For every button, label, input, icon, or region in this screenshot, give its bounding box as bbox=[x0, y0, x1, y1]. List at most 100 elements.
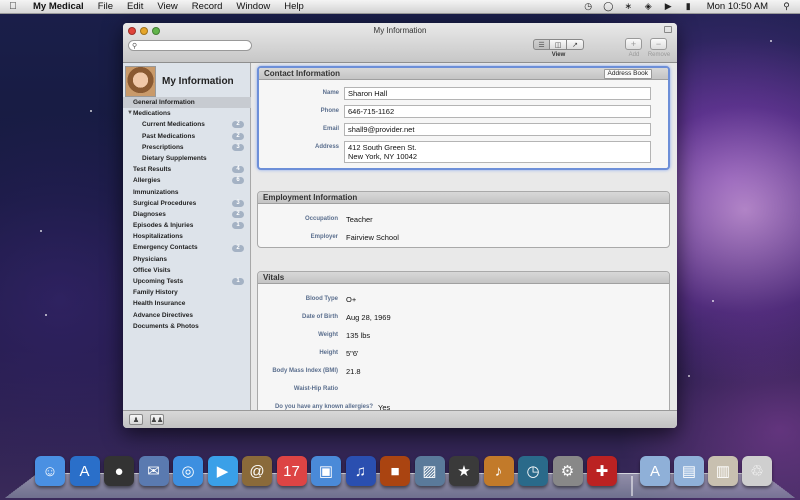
count-badge: 4 bbox=[232, 166, 244, 174]
remove-button[interactable]: − bbox=[650, 38, 667, 50]
imovie-icon[interactable]: ★ bbox=[449, 456, 479, 486]
sidebar-item-dietary-supplements[interactable]: Dietary Supplements bbox=[123, 153, 251, 164]
vitals-panel: Vitals Blood Type O+ Date of Birth Aug 2… bbox=[257, 271, 670, 410]
chart-view-icon[interactable]: ↗ bbox=[567, 39, 584, 50]
sidebar-item-current-medications[interactable]: Current Medications 2 bbox=[123, 119, 251, 130]
my-medical-icon[interactable]: ✚ bbox=[587, 456, 617, 486]
ichat-status-icon[interactable]: ◯ bbox=[603, 1, 614, 12]
phone-field[interactable]: 646-715-1162 bbox=[344, 105, 651, 118]
menu-window[interactable]: Window bbox=[229, 0, 277, 14]
weight-value[interactable]: 135 lbs bbox=[346, 329, 370, 340]
battery-icon[interactable]: ▮ bbox=[683, 1, 694, 12]
preview-icon[interactable]: ▣ bbox=[311, 456, 341, 486]
address-book-icon[interactable]: @ bbox=[242, 456, 272, 486]
apple-menu-icon[interactable]:  bbox=[0, 1, 26, 12]
menu-edit[interactable]: Edit bbox=[120, 0, 150, 14]
address-field[interactable]: 412 South Green St. New York, NY 10042 bbox=[344, 141, 651, 163]
disclosure-triangle-icon[interactable]: ▼ bbox=[127, 108, 133, 119]
employment-panel: Employment Information Occupation Teache… bbox=[257, 191, 670, 248]
height-label: Height bbox=[319, 350, 338, 356]
sidebar-item-episodes-injuries[interactable]: Episodes & Injuries 1 bbox=[123, 220, 251, 231]
trash-icon[interactable]: ♲ bbox=[742, 456, 772, 486]
name-field[interactable]: Sharon Hall bbox=[344, 87, 651, 100]
sidebar-item-test-results[interactable]: Test Results 4 bbox=[123, 164, 251, 175]
sidebar-item-diagnoses[interactable]: Diagnoses 2 bbox=[123, 209, 251, 220]
name-row: Name Sharon Hall bbox=[259, 87, 651, 100]
count-badge: 2 bbox=[232, 121, 244, 129]
blood-type-value[interactable]: O+ bbox=[346, 293, 356, 304]
sidebar-item-immunizations[interactable]: Immunizations bbox=[123, 187, 251, 198]
add-person-button[interactable]: ♟ bbox=[129, 414, 143, 425]
email-field[interactable]: shall9@provider.net bbox=[344, 123, 651, 136]
sidebar-item-general-information[interactable]: General Information bbox=[123, 97, 251, 109]
sidebar-item-advance-directives[interactable]: Advance Directives bbox=[123, 310, 251, 321]
menu-app-name[interactable]: My Medical bbox=[26, 0, 91, 14]
sidebar-item-medications[interactable]: ▼ Medications bbox=[123, 108, 251, 119]
facetime-icon[interactable]: ▶ bbox=[207, 456, 238, 486]
bluetooth-icon[interactable]: ∗ bbox=[623, 1, 634, 12]
whr-label: Waist-Hip Ratio bbox=[293, 386, 338, 392]
search-input[interactable] bbox=[140, 42, 241, 49]
main-content: Contact Information Address Book Name Sh… bbox=[252, 63, 677, 410]
menu-record[interactable]: Record bbox=[185, 0, 230, 14]
blood-type-row: Blood Type O+ bbox=[258, 293, 356, 304]
garageband-icon[interactable]: ♪ bbox=[483, 456, 514, 486]
menu-view[interactable]: View bbox=[150, 0, 184, 14]
sidebar-item-physicians[interactable]: Physicians bbox=[123, 254, 251, 265]
column-view-icon[interactable]: ◫ bbox=[550, 39, 567, 50]
applications-folder-icon[interactable]: A bbox=[640, 456, 670, 486]
sidebar-item-upcoming-tests[interactable]: Upcoming Tests 1 bbox=[123, 276, 251, 287]
time-machine-status-icon[interactable]: ◷ bbox=[583, 1, 594, 12]
ical-icon[interactable]: 17 bbox=[276, 456, 307, 486]
sidebar-item-emergency-contacts[interactable]: Emergency Contacts 2 bbox=[123, 242, 251, 253]
dashboard-icon[interactable]: ● bbox=[104, 456, 134, 486]
height-value[interactable]: 5"6' bbox=[346, 347, 358, 358]
sidebar-item-past-medications[interactable]: Past Medications 2 bbox=[123, 131, 251, 142]
time-machine-icon[interactable]: ◷ bbox=[518, 456, 548, 486]
photo-booth-icon[interactable]: ■ bbox=[380, 456, 410, 486]
safari-icon[interactable]: ◎ bbox=[173, 456, 203, 486]
mail-icon[interactable]: ✉ bbox=[138, 456, 169, 486]
sidebar-item-health-insurance[interactable]: Health Insurance bbox=[123, 298, 251, 309]
sidebar-item-label: Upcoming Tests bbox=[133, 278, 184, 285]
count-badge: 2 bbox=[232, 210, 244, 218]
bmi-value[interactable]: 21.8 bbox=[346, 365, 361, 376]
sidebar-item-label: Immunizations bbox=[133, 188, 179, 196]
address-book-button[interactable]: Address Book bbox=[603, 69, 652, 79]
view-segmented-control[interactable]: ☰ ◫ ↗ bbox=[533, 39, 584, 50]
sidebar-item-family-history[interactable]: Family History bbox=[123, 287, 251, 298]
people-button[interactable]: ♟♟ bbox=[150, 414, 164, 425]
allergies-value[interactable]: Yes bbox=[378, 401, 390, 410]
wifi-icon[interactable]: ◈ bbox=[643, 1, 654, 12]
sidebar-item-hospitalizations[interactable]: Hospitalizations bbox=[123, 231, 251, 242]
clock[interactable]: Mon 10:50 AM bbox=[703, 0, 772, 14]
itunes-icon[interactable]: ♫ bbox=[345, 456, 376, 486]
dob-value[interactable]: Aug 28, 1969 bbox=[346, 311, 391, 322]
downloads-stack-icon[interactable]: ▥ bbox=[708, 456, 738, 486]
blood-type-label: Blood Type bbox=[305, 296, 338, 302]
toolbar-toggle-icon[interactable] bbox=[664, 26, 672, 33]
sidebar-item-documents-photos[interactable]: Documents & Photos bbox=[123, 321, 251, 332]
menu-bar:  My Medical File Edit View Record Windo… bbox=[0, 0, 800, 14]
menu-file[interactable]: File bbox=[91, 0, 120, 14]
sidebar-item-surgical-procedures[interactable]: Surgical Procedures 3 bbox=[123, 198, 251, 209]
sidebar-item-office-visits[interactable]: Office Visits bbox=[123, 265, 251, 276]
system-preferences-icon[interactable]: ⚙ bbox=[552, 456, 583, 486]
search-field[interactable]: ⚲ bbox=[128, 40, 252, 51]
spotlight-icon[interactable]: ⚲ bbox=[781, 1, 792, 12]
sidebar-item-prescriptions[interactable]: Prescriptions 3 bbox=[123, 142, 251, 153]
contact-header-title: Contact Information bbox=[264, 69, 340, 78]
menu-help[interactable]: Help bbox=[277, 0, 311, 14]
occupation-value[interactable]: Teacher bbox=[346, 213, 373, 224]
list-view-icon[interactable]: ☰ bbox=[533, 39, 550, 50]
address-line-1: 412 South Green St. bbox=[348, 143, 417, 152]
employer-value[interactable]: Fairview School bbox=[346, 231, 399, 242]
finder-icon[interactable]: ☺ bbox=[35, 456, 65, 486]
app-store-icon[interactable]: A bbox=[69, 456, 100, 486]
iphoto-icon[interactable]: ▨ bbox=[414, 456, 445, 486]
add-button[interactable]: + bbox=[625, 38, 642, 50]
sidebar-item-label: Past Medications bbox=[142, 132, 196, 140]
sidebar-item-allergies[interactable]: Allergies 6 bbox=[123, 175, 251, 186]
documents-folder-icon[interactable]: ▤ bbox=[674, 456, 704, 486]
volume-icon[interactable]: ▶ bbox=[663, 1, 674, 12]
